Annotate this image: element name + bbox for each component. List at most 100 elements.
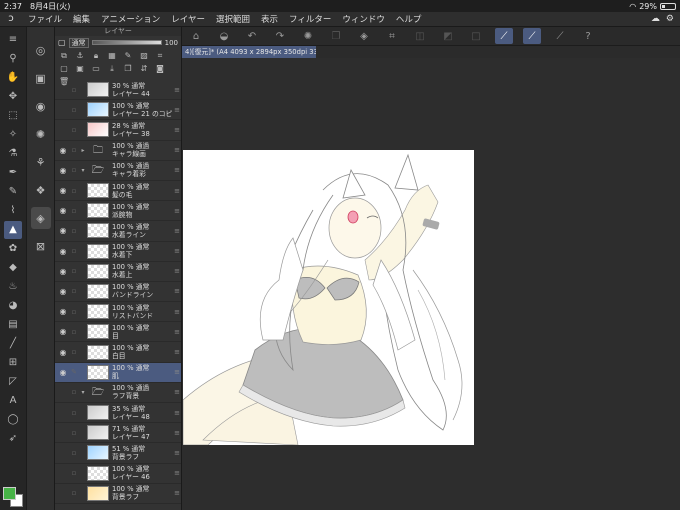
layer-drag-handle-icon[interactable]: ≡ [173, 287, 181, 295]
new-vector-layer-icon[interactable]: ▣ [75, 64, 85, 74]
ruler-snap-icon[interactable]: ⟋ [495, 28, 513, 44]
magic-wand-icon[interactable]: ✧ [4, 126, 22, 144]
layer-drag-handle-icon[interactable]: ≡ [173, 106, 181, 114]
figure-icon[interactable]: ╱ [4, 335, 22, 353]
editing-pen-icon[interactable]: ✎ [69, 368, 79, 376]
layer-drag-handle-icon[interactable]: ≡ [173, 166, 181, 174]
visibility-eye-icon[interactable]: ◉ [57, 247, 69, 256]
layer-row[interactable]: ◉ ▫ 100 % 通常 水着上 ≡ [55, 262, 181, 282]
visibility-eye-icon[interactable]: ◉ [57, 267, 69, 276]
layer-lock-slot-icon[interactable]: ▫ [69, 308, 79, 316]
menu-edit[interactable]: 編集 [73, 13, 90, 25]
layer-row[interactable]: ◉ ▫ ▸ 🗀︎ 100 % 通過 キャラ線画 ≡ [55, 141, 181, 161]
special-ruler-snap-icon[interactable]: ⟋ [523, 28, 541, 44]
text-icon[interactable]: A [4, 392, 22, 410]
decoration-icon[interactable]: ✿ [4, 240, 22, 258]
layer-row[interactable]: ◉▫30 % 通常レイヤー 44≡ [55, 80, 181, 101]
menu-grip-icon[interactable]: ≡ [4, 31, 22, 49]
layer-lock-slot-icon[interactable]: ▫ [69, 227, 79, 235]
layer-property-icon[interactable]: ❖ [31, 179, 51, 201]
menu-selection[interactable]: 選択範囲 [216, 13, 250, 25]
app-logo-icon[interactable]: ↄ [4, 13, 18, 25]
visibility-eye-icon[interactable]: ◉ [57, 166, 69, 175]
menu-help[interactable]: ヘルプ [396, 13, 422, 25]
color-set-icon[interactable]: ⚘ [31, 151, 51, 173]
layer-drag-handle-icon[interactable]: ≡ [173, 308, 181, 316]
visibility-eye-icon[interactable]: ◉ [57, 85, 69, 94]
layer-drag-handle-icon[interactable]: ≡ [173, 449, 181, 457]
hand-icon[interactable]: ✋ [4, 69, 22, 87]
visibility-eye-icon[interactable]: ◉ [57, 206, 69, 215]
layer-row[interactable]: ◉▫ 100 % 通常背景ラフ≡ [55, 484, 181, 504]
layer-lock-slot-icon[interactable]: ▫ [69, 166, 79, 174]
opacity-slider[interactable] [91, 40, 162, 45]
layer-lock-slot-icon[interactable]: ▫ [69, 126, 79, 134]
layer-row[interactable]: ◉ ▫ 100 % 通常 リストバンド ≡ [55, 302, 181, 323]
draft-icon[interactable]: ✎ [123, 51, 133, 61]
layer-row[interactable]: ◉▫100 % 通常レイヤー 46≡ [55, 464, 181, 484]
lock-alpha-icon[interactable]: ▦ [107, 51, 117, 61]
color-well[interactable] [3, 487, 23, 507]
new-raster-layer-icon[interactable]: ▢ [59, 64, 69, 74]
sub-tool-icon[interactable]: ◎ [31, 39, 51, 61]
deselect-icon[interactable]: ◫ [411, 28, 429, 44]
copy-icon[interactable]: ❐ [327, 28, 345, 44]
loading-icon[interactable]: ✺ [299, 28, 317, 44]
layer-row[interactable]: ◉ ▫ 100 % 通常 バンドライン ≡ [55, 282, 181, 303]
folder-expanded-icon[interactable]: ▾ [79, 389, 87, 396]
clear-selection-icon[interactable]: □ [467, 28, 485, 44]
blend-icon[interactable]: ♨ [4, 278, 22, 296]
layer-drag-handle-icon[interactable]: ≡ [173, 328, 181, 336]
layer-drag-handle-icon[interactable]: ≡ [173, 489, 181, 497]
reference-icon[interactable]: ⚓ [75, 51, 85, 61]
layer-drag-handle-icon[interactable]: ≡ [173, 388, 181, 396]
visibility-eye-icon[interactable]: ◉ [57, 368, 69, 377]
visibility-eye-icon[interactable]: ◉ [57, 125, 69, 134]
layer-drag-handle-icon[interactable]: ≡ [173, 429, 181, 437]
grid-snap-icon[interactable]: ⟋ [551, 28, 569, 44]
layer-row[interactable]: ◉▫▾ 🗁︎ 100 % 通過ラフ背景≡ [55, 383, 181, 403]
frame-icon[interactable]: ⊞ [4, 354, 22, 372]
layer-row[interactable]: ◉ ▫ ▾ 🗁︎ 100 % 通過 キャラ着彩 ≡ [55, 161, 181, 181]
zoom-icon[interactable]: ⚲ [4, 50, 22, 68]
visibility-eye-icon[interactable]: ◉ [57, 105, 69, 114]
layer-row[interactable]: ◉▫51 % 通常背景ラフ≡ [55, 443, 181, 464]
pencil-icon[interactable]: ✎ [4, 183, 22, 201]
visibility-eye-icon[interactable]: ◉ [57, 388, 69, 397]
gradient-icon[interactable]: ▤ [4, 316, 22, 334]
ruler-icon[interactable]: ◸ [4, 373, 22, 391]
opacity-value[interactable]: 100 [165, 39, 178, 47]
brush-icon[interactable]: ⌇ [4, 202, 22, 220]
menu-layer[interactable]: レイヤー [171, 13, 205, 25]
layer-lock-slot-icon[interactable]: ▫ [69, 489, 79, 497]
visibility-eye-icon[interactable]: ◉ [57, 186, 69, 195]
eyedropper-icon[interactable]: ⚗ [4, 145, 22, 163]
layer-lock-slot-icon[interactable]: ▫ [69, 328, 79, 336]
balloon-icon[interactable]: ◯ [4, 411, 22, 429]
layer-drag-handle-icon[interactable]: ≡ [173, 187, 181, 195]
selection-icon[interactable]: ⬚ [4, 107, 22, 125]
layer-drag-handle-icon[interactable]: ≡ [173, 227, 181, 235]
navigator-icon[interactable]: ◉ [31, 95, 51, 117]
layer-drag-handle-icon[interactable]: ≡ [173, 469, 181, 477]
fill-bucket-icon[interactable]: ◈ [355, 28, 373, 44]
layer-row[interactable]: ◉ ▫ 100 % 通常 水着下 ≡ [55, 242, 181, 262]
visibility-eye-icon[interactable]: ◉ [57, 146, 69, 155]
pen-icon[interactable]: ✒ [4, 164, 22, 182]
mask-icon[interactable]: ▨ [139, 51, 149, 61]
layer-lock-slot-icon[interactable]: ▫ [69, 86, 79, 94]
layer-lock-slot-icon[interactable]: ▫ [69, 187, 79, 195]
move-icon[interactable]: ✥ [4, 88, 22, 106]
layer-lock-slot-icon[interactable]: ▫ [69, 287, 79, 295]
layer-drag-handle-icon[interactable]: ≡ [173, 267, 181, 275]
transform-icon[interactable]: ⌗ [383, 28, 401, 44]
menu-window[interactable]: ウィンドウ [342, 13, 385, 25]
layer-drag-handle-icon[interactable]: ≡ [173, 126, 181, 134]
layer-lock-slot-icon[interactable]: ▫ [69, 207, 79, 215]
menu-filter[interactable]: フィルター [289, 13, 331, 25]
visibility-eye-icon[interactable]: ◉ [57, 489, 69, 498]
layer-drag-handle-icon[interactable]: ≡ [173, 348, 181, 356]
eraser-icon[interactable]: ◆ [4, 259, 22, 277]
visibility-eye-icon[interactable]: ◉ [57, 327, 69, 336]
new-folder-icon[interactable]: ▭ [91, 64, 101, 74]
